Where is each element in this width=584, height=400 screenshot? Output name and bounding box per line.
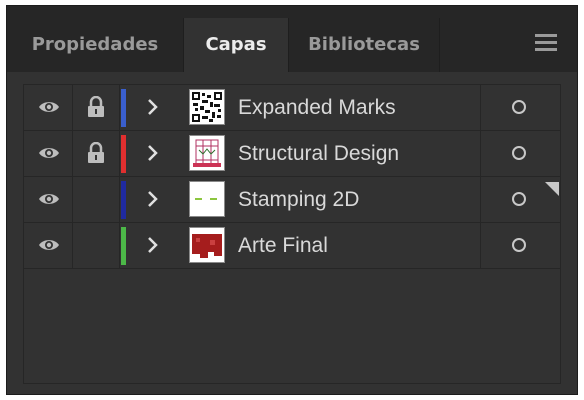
chevron-right-icon[interactable] [146,143,160,163]
eye-icon [39,102,59,112]
layer-row-expanded-marks[interactable]: Expanded Marks [24,85,560,131]
target-circle-icon[interactable] [512,192,526,206]
target-cell[interactable] [480,223,560,268]
selection-corner-marker [545,182,559,196]
visibility-toggle[interactable] [24,85,72,130]
lock-toggle[interactable] [72,131,120,176]
lock-icon [88,96,104,117]
chevron-right-icon[interactable] [146,189,160,209]
lock-toggle[interactable] [72,177,120,222]
chevron-right-icon[interactable] [146,235,160,255]
layers-list: Expanded Marks Structural Design Stampin… [23,84,561,384]
lock-toggle[interactable] [72,223,120,268]
layer-row-arte-final[interactable]: Arte Final [24,223,560,269]
target-circle-icon[interactable] [512,146,526,160]
layer-name[interactable]: Arte Final [238,223,328,268]
tab-divider [439,18,440,72]
target-circle-icon[interactable] [512,238,526,252]
layer-name[interactable]: Structural Design [238,131,399,176]
hamburger-menu-icon[interactable] [535,32,559,52]
eye-icon [39,240,59,250]
layers-panel: Propiedades Capas Bibliotecas Expanded M… [6,5,578,395]
lock-toggle[interactable] [72,85,120,130]
layer-color-bar [121,181,126,219]
visibility-toggle[interactable] [24,223,72,268]
target-cell[interactable] [480,131,560,176]
chevron-right-icon[interactable] [146,97,160,117]
layer-row-structural-design[interactable]: Structural Design [24,131,560,177]
eye-icon [39,194,59,204]
visibility-toggle[interactable] [24,177,72,222]
layer-name[interactable]: Expanded Marks [238,85,396,130]
layer-thumbnail [189,227,225,263]
tab-capas[interactable]: Capas [183,18,289,72]
target-cell[interactable] [480,85,560,130]
layer-color-bar [121,89,126,127]
layer-color-bar [121,227,126,265]
layer-thumbnail [189,135,225,171]
tab-bibliotecas[interactable]: Bibliotecas [289,18,439,72]
tab-propiedades[interactable]: Propiedades [7,18,183,72]
layer-thumbnail [189,89,225,125]
tab-bar: Propiedades Capas Bibliotecas [7,6,577,72]
layer-name[interactable]: Stamping 2D [238,177,359,222]
target-circle-icon[interactable] [512,100,526,114]
layer-color-bar [121,135,126,173]
eye-icon [39,148,59,158]
lock-icon [88,142,104,163]
visibility-toggle[interactable] [24,131,72,176]
layer-row-stamping-2d[interactable]: Stamping 2D [24,177,560,223]
layer-thumbnail [189,181,225,217]
